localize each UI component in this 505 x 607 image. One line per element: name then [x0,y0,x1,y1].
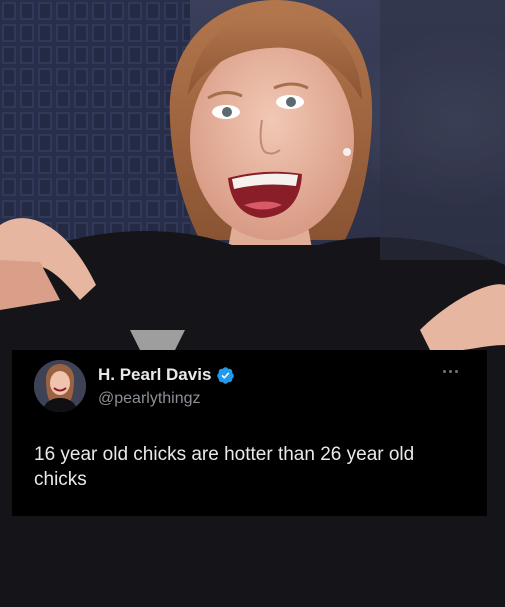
more-dot [443,369,446,373]
user-handle[interactable]: @pearlythingz [98,389,201,409]
avatar[interactable] [34,360,86,412]
display-name[interactable]: H. Pearl Davis [98,364,211,386]
more-options-icon[interactable] [443,366,463,376]
more-dot [455,369,458,373]
more-dot [449,369,452,373]
author-name-row[interactable]: H. Pearl Davis [98,364,235,386]
tweet-card[interactable]: H. Pearl Davis @pearlythingz 16 year old… [12,350,487,516]
verified-badge-icon [216,366,235,385]
tweet-text: 16 year old chicks are hotter than 26 ye… [34,444,415,490]
